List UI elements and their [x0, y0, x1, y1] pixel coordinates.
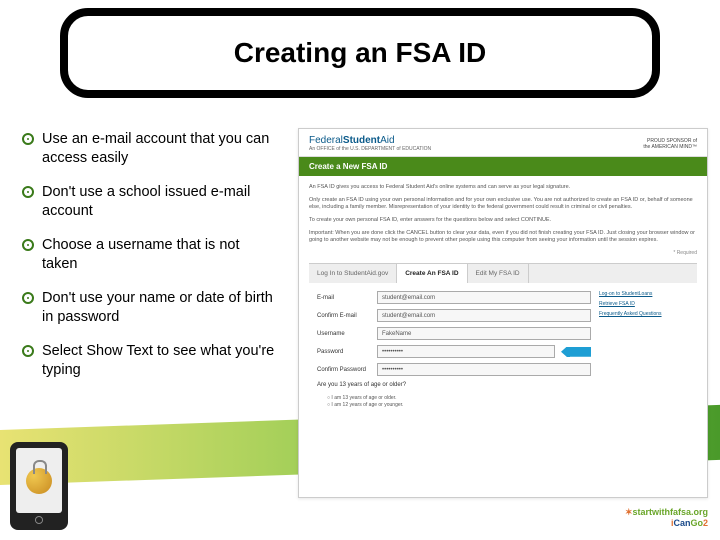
- confirm-email-label: Confirm E-mail: [317, 312, 377, 320]
- bullet-icon: [22, 133, 34, 145]
- bullet-text: Choose a username that is not taken: [42, 236, 277, 273]
- side-link[interactable]: Retrieve FSA ID: [599, 301, 689, 308]
- title-box: Creating an FSA ID: [60, 8, 660, 98]
- age-opt2[interactable]: ○ I am 12 years of age or younger.: [317, 402, 591, 409]
- fsa-screenshot: FederalStudentAid An OFFICE of the U.S. …: [298, 128, 708, 498]
- phone-graphic: [10, 442, 68, 530]
- bullet-text: Don't use a school issued e-mail account: [42, 183, 277, 220]
- bullet-icon: [22, 345, 34, 357]
- list-item: Choose a username that is not taken: [22, 236, 277, 273]
- bullet-icon: [22, 292, 34, 304]
- username-label: Username: [317, 330, 377, 338]
- icango2-logo: iCanGo2: [625, 518, 708, 528]
- highlight-arrow-icon: [561, 347, 591, 357]
- form-area: E-mailstudent@email.com Confirm E-mailst…: [309, 283, 697, 416]
- phone-home-icon: [35, 516, 43, 524]
- username-input[interactable]: FakeName: [377, 327, 591, 340]
- confirm-password-label: Confirm Password: [317, 366, 377, 374]
- fsa-logo: FederalStudentAid An OFFICE of the U.S. …: [309, 135, 431, 152]
- confirm-password-input[interactable]: ••••••••••: [377, 363, 591, 376]
- bullet-text: Select Show Text to see what you're typi…: [42, 342, 277, 379]
- confirm-email-input[interactable]: student@email.com: [377, 309, 591, 322]
- side-link[interactable]: Frequently Asked Questions: [599, 311, 689, 318]
- side-link[interactable]: Log-on to StudentLoans: [599, 291, 689, 298]
- form-fields: E-mailstudent@email.com Confirm E-mailst…: [317, 291, 591, 408]
- list-item: Select Show Text to see what you're typi…: [22, 342, 277, 379]
- tab-create[interactable]: Create An FSA ID: [397, 264, 467, 283]
- page-title: Creating an FSA ID: [234, 37, 487, 69]
- email-input[interactable]: student@email.com: [377, 291, 591, 304]
- list-item: Use an e-mail account that you can acces…: [22, 130, 277, 167]
- intro-text: An FSA ID gives you access to Federal St…: [299, 176, 707, 425]
- tab-row: Log In to StudentAid.gov Create An FSA I…: [309, 263, 697, 283]
- password-label: Password: [317, 348, 377, 356]
- list-item: Don't use a school issued e-mail account: [22, 183, 277, 220]
- tab-login[interactable]: Log In to StudentAid.gov: [309, 264, 397, 283]
- side-links: Log-on to StudentLoans Retrieve FSA ID F…: [599, 291, 689, 408]
- list-item: Don't use your name or date of birth in …: [22, 289, 277, 326]
- tab-edit[interactable]: Edit My FSA ID: [468, 264, 529, 283]
- phone-screen: [16, 448, 62, 513]
- screenshot-header: FederalStudentAid An OFFICE of the U.S. …: [299, 129, 707, 157]
- lock-icon: [26, 468, 52, 494]
- bullet-text: Use an e-mail account that you can acces…: [42, 130, 277, 167]
- bullet-list: Use an e-mail account that you can acces…: [22, 130, 277, 395]
- age-label: Are you 13 years of age or older?: [317, 381, 417, 389]
- footer-logos: ✶startwithfafsa.org iCanGo2: [625, 507, 708, 528]
- bullet-icon: [22, 186, 34, 198]
- bullet-icon: [22, 239, 34, 251]
- sponsor-text: PROUD SPONSOR of the AMERICAN MIND™: [643, 138, 697, 150]
- required-note: * Required: [309, 250, 697, 257]
- fafsa-logo: ✶startwithfafsa.org: [625, 507, 708, 518]
- age-opt1[interactable]: ○ I am 13 years of age or older.: [317, 395, 591, 402]
- bullet-text: Don't use your name or date of birth in …: [42, 289, 277, 326]
- password-input[interactable]: ••••••••••: [377, 345, 555, 358]
- section-heading: Create a New FSA ID: [299, 157, 707, 176]
- email-label: E-mail: [317, 294, 377, 302]
